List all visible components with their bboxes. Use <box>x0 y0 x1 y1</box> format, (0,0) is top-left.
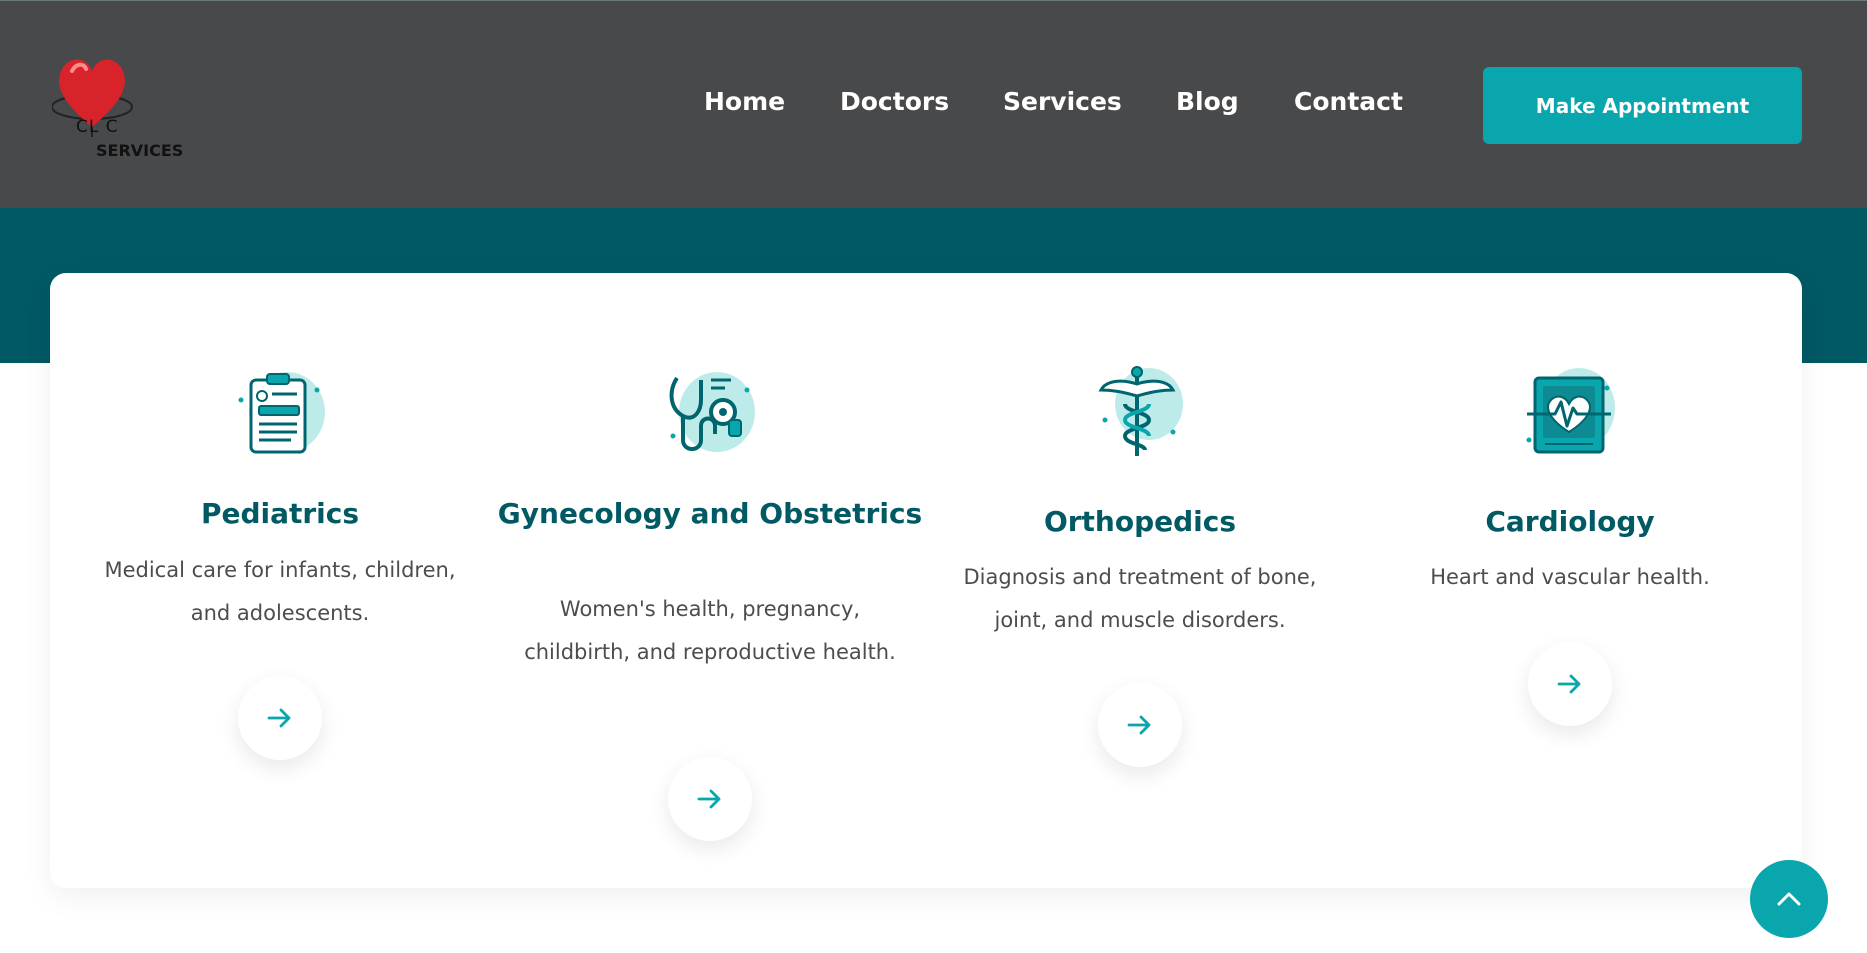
service-title: Cardiology <box>1485 505 1655 538</box>
service-title: Gynecology and Obstetrics <box>497 497 923 530</box>
nav-contact[interactable]: Contact <box>1294 87 1403 116</box>
service-title: Pediatrics <box>200 497 360 530</box>
service-description: Medical care for infants, children, and … <box>104 558 456 625</box>
arrow-right-icon <box>267 708 291 728</box>
service-description: Heart and vascular health. <box>1430 565 1710 589</box>
service-link-button[interactable] <box>238 676 322 760</box>
arrow-right-icon <box>1127 715 1151 735</box>
services-card: Pediatrics Medical care for infants, chi… <box>50 273 1802 888</box>
chevron-up-icon <box>1777 892 1801 906</box>
make-appointment-button[interactable]: Make Appointment <box>1483 67 1802 144</box>
nav-services[interactable]: Services <box>1003 87 1122 116</box>
stethoscope-icon <box>669 372 755 452</box>
nav-doctors[interactable]: Doctors <box>840 87 949 116</box>
service-title: Orthopedics <box>1043 505 1237 538</box>
arrow-right-icon <box>697 789 721 809</box>
site-header: CL C SERVICES Home Doctors Services Blog… <box>0 0 1867 208</box>
clipboard-icon <box>238 372 325 454</box>
scroll-to-top-button[interactable] <box>1750 860 1828 938</box>
service-description: Women's health, pregnancy, childbirth, a… <box>524 597 896 664</box>
caduceus-icon <box>1098 366 1183 456</box>
nav-home[interactable]: Home <box>704 87 785 116</box>
arrow-right-icon <box>1557 674 1581 694</box>
service-link-button[interactable] <box>1098 683 1182 767</box>
service-description: Diagnosis and treatment of bone, joint, … <box>963 565 1317 632</box>
heart-monitor-icon <box>1526 368 1615 454</box>
service-link-button[interactable] <box>668 757 752 841</box>
logo-text-services: SERVICES <box>96 141 184 160</box>
nav-blog[interactable]: Blog <box>1176 87 1239 116</box>
service-link-button[interactable] <box>1528 642 1612 726</box>
